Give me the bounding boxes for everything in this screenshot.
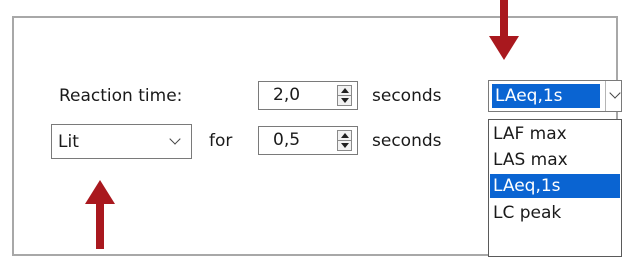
callout-arrow-down-icon bbox=[489, 0, 519, 62]
triangle-up-icon bbox=[341, 133, 349, 138]
reaction-time-label: Reaction time: bbox=[59, 86, 183, 106]
chevron-down-icon bbox=[169, 133, 181, 145]
chevron-down-icon bbox=[609, 87, 621, 99]
option-lc-peak[interactable]: LC peak bbox=[490, 201, 620, 225]
spin-up-down-icon[interactable] bbox=[337, 85, 352, 106]
mode-select-value: Lit bbox=[58, 132, 79, 152]
spin-up-button[interactable] bbox=[338, 86, 351, 96]
reaction-time-unit: seconds bbox=[372, 86, 442, 106]
option-laeq-1s[interactable]: LAeq,1s bbox=[490, 174, 620, 198]
duration-value[interactable]: 0,5 bbox=[273, 129, 300, 151]
callout-arrow-up-icon bbox=[85, 180, 115, 249]
spin-up-button[interactable] bbox=[338, 131, 351, 141]
level-type-selected-text: LAeq,1s bbox=[495, 86, 563, 106]
level-type-selected: LAeq,1s bbox=[492, 84, 600, 108]
reaction-time-spinbox[interactable]: 2,0 bbox=[258, 81, 358, 110]
mode-select[interactable]: Lit bbox=[51, 124, 192, 159]
dropdown-toggle-button[interactable] bbox=[605, 81, 624, 111]
level-type-options-list: LAF max LAS max LAeq,1s LC peak bbox=[488, 119, 622, 257]
spin-down-button[interactable] bbox=[338, 96, 351, 106]
spin-up-down-icon[interactable] bbox=[337, 130, 352, 151]
duration-unit: seconds bbox=[372, 131, 442, 151]
duration-spinbox[interactable]: 0,5 bbox=[258, 126, 358, 155]
option-laf-max[interactable]: LAF max bbox=[490, 122, 620, 146]
triangle-down-icon bbox=[341, 97, 349, 103]
level-type-dropdown[interactable]: LAeq,1s bbox=[488, 80, 622, 112]
option-las-max[interactable]: LAS max bbox=[490, 148, 620, 172]
triangle-down-icon bbox=[341, 142, 349, 148]
triangle-up-icon bbox=[341, 88, 349, 93]
spin-down-button[interactable] bbox=[338, 141, 351, 151]
for-label: for bbox=[209, 131, 233, 151]
reaction-time-value[interactable]: 2,0 bbox=[273, 84, 300, 106]
